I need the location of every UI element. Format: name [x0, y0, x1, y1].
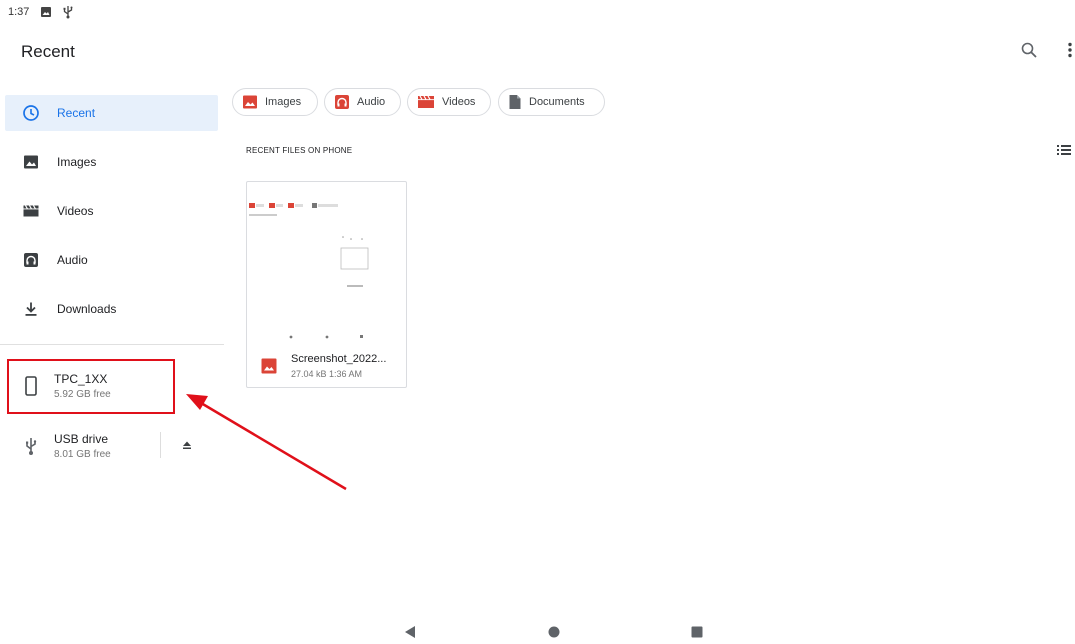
- image-icon: [40, 5, 52, 23]
- chip-label: Images: [265, 96, 302, 108]
- movie-icon: [5, 202, 57, 220]
- file-card[interactable]: Screenshot_2022... 27.04 kB 1:36 AM: [246, 181, 407, 388]
- sidebar-item-label: Images: [57, 155, 97, 169]
- movie-icon: [417, 94, 435, 110]
- chip-images[interactable]: Images: [232, 88, 318, 116]
- sidebar-item-images[interactable]: Images: [5, 144, 218, 180]
- search-icon: [1020, 41, 1038, 64]
- sidebar-item-recent[interactable]: Recent: [5, 95, 218, 131]
- download-icon: [5, 300, 57, 318]
- status-time: 1:37: [8, 6, 30, 18]
- nav-back-button[interactable]: [403, 625, 417, 644]
- sidebar-divider: [0, 344, 224, 345]
- root-name: USB drive: [54, 432, 109, 446]
- file-meta: 27.04 kB 1:36 AM: [291, 369, 363, 379]
- root-item-usb-drive[interactable]: USB drive 8.01 GB free: [8, 420, 158, 472]
- page-title: Recent: [21, 42, 75, 61]
- chip-videos[interactable]: Videos: [407, 88, 491, 116]
- sidebar-item-label: Videos: [57, 204, 94, 218]
- sidebar-item-label: Recent: [57, 106, 96, 120]
- chip-documents[interactable]: Documents: [498, 88, 605, 116]
- more-vert-icon: [1067, 41, 1073, 64]
- image-icon: [5, 153, 57, 171]
- back-icon: [403, 626, 417, 643]
- chip-label: Videos: [442, 96, 476, 108]
- file-name: Screenshot_2022...: [291, 353, 387, 365]
- usb-icon: [62, 5, 74, 24]
- sidebar-item-downloads[interactable]: Downloads: [5, 291, 218, 327]
- chip-label: Documents: [529, 96, 585, 108]
- chip-audio[interactable]: Audio: [324, 88, 401, 116]
- section-header: RECENT FILES ON PHONE: [246, 146, 353, 155]
- home-icon: [547, 626, 561, 643]
- usb-icon: [8, 436, 54, 456]
- annotation-arrow: [186, 394, 347, 491]
- nav-recents-button[interactable]: [690, 625, 704, 644]
- search-button[interactable]: [1017, 40, 1041, 64]
- chip-label: Audio: [357, 96, 386, 108]
- list-view-button[interactable]: [1056, 143, 1072, 162]
- annotation-highlight-box: [7, 359, 175, 414]
- more-options-button[interactable]: [1058, 40, 1075, 64]
- nav-home-button[interactable]: [547, 625, 561, 644]
- image-icon: [242, 94, 258, 110]
- status-bar: 1:37: [0, 0, 1075, 24]
- clock-icon: [5, 104, 57, 122]
- eject-separator: [160, 432, 161, 458]
- sidebar-item-label: Audio: [57, 253, 88, 267]
- headphones-icon: [334, 94, 350, 110]
- document-icon: [508, 94, 522, 110]
- list-view-icon: [1056, 144, 1072, 161]
- root-free-space: 8.01 GB free: [54, 449, 111, 460]
- image-icon: [261, 358, 277, 379]
- recents-icon: [690, 626, 704, 643]
- sidebar-item-label: Downloads: [57, 302, 117, 316]
- file-thumbnail: [247, 182, 406, 342]
- sidebar-item-audio[interactable]: Audio: [5, 242, 218, 278]
- sidebar-item-videos[interactable]: Videos: [5, 193, 218, 229]
- headphones-icon: [5, 251, 57, 269]
